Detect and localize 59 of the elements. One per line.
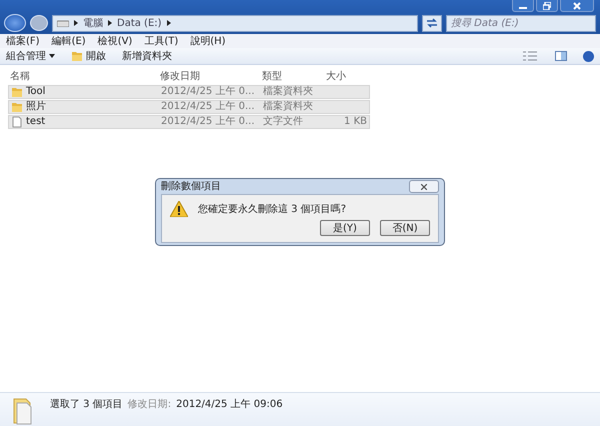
modified-value: 2012/4/25 上午 09:06 (176, 398, 283, 412)
menu-item[interactable]: 工具(T) (144, 34, 178, 48)
preview-pane-icon[interactable] (555, 51, 567, 61)
search-field[interactable]: 搜尋 Data (E:) (446, 14, 596, 32)
folder-icon (11, 101, 23, 113)
toolbar-button[interactable]: 組合管理 (6, 48, 55, 64)
chevron-icon (108, 20, 112, 26)
restore-button[interactable] (536, 0, 558, 12)
folder-icon (71, 50, 83, 62)
modified-date: 2012/4/25 上午 0... (161, 116, 256, 128)
refresh-icon[interactable] (425, 17, 439, 29)
close-icon (421, 184, 427, 190)
caret-icon (49, 54, 55, 58)
dialog-button[interactable]: 否(N) (380, 220, 430, 236)
file-type: 檔案資料夾 (263, 86, 314, 98)
file-name: test (26, 116, 46, 128)
file-type: 檔案資料夾 (263, 101, 314, 113)
file-size: 1 KB (343, 116, 367, 128)
menu-item[interactable]: 檔案(F) (6, 34, 40, 48)
minimize-button[interactable] (512, 0, 534, 12)
column-header[interactable]: 類型 (262, 69, 326, 84)
close-button[interactable] (409, 180, 439, 193)
folder-icon (11, 86, 23, 98)
back-button[interactable] (4, 14, 26, 32)
dialog-title: 刪除數個項目 (161, 180, 221, 194)
breadcrumb-item[interactable]: 電腦 (83, 16, 103, 30)
modified-label: 修改日期: (128, 398, 172, 412)
view-options-icon[interactable] (523, 51, 539, 61)
file-name: 照片 (26, 101, 46, 113)
address-bar[interactable]: 電腦 Data (E:) (52, 14, 418, 32)
chevron-icon (166, 20, 171, 26)
toolbar-button[interactable]: 開啟 (71, 48, 106, 64)
restore-icon (543, 2, 551, 10)
file-row[interactable]: 照片 2012/4/25 上午 0... 檔案資料夾 (8, 100, 370, 114)
selection-count: 選取了 3 個項目 (50, 398, 123, 412)
toolbar-button[interactable]: 新增資料夾 (122, 48, 172, 64)
menu-item[interactable]: 編輯(E) (52, 34, 86, 48)
dialog-button[interactable]: 是(Y) (320, 220, 370, 236)
column-header[interactable]: 大小 (326, 69, 376, 84)
chevron-icon (74, 20, 78, 26)
files-icon (12, 397, 34, 425)
column-header[interactable]: 名稱 (10, 69, 160, 84)
warning-icon (170, 201, 188, 217)
close-icon (573, 2, 581, 10)
file-name: Tool (26, 86, 46, 98)
drive-icon (57, 19, 69, 27)
menu-item[interactable]: 檢視(V) (98, 34, 132, 48)
file-row[interactable]: test 2012/4/25 上午 0... 文字文件 1 KB (8, 115, 370, 129)
modified-date: 2012/4/25 上午 0... (161, 86, 256, 98)
file-row[interactable]: Tool 2012/4/25 上午 0... 檔案資料夾 (8, 85, 370, 99)
document-icon (11, 116, 23, 128)
file-type: 文字文件 (263, 116, 304, 128)
column-header[interactable]: 修改日期 (160, 69, 262, 84)
modified-date: 2012/4/25 上午 0... (161, 101, 256, 113)
menu-item[interactable]: 說明(H) (190, 34, 226, 48)
forward-button[interactable] (30, 15, 48, 31)
close-button[interactable] (560, 0, 594, 12)
dialog-message: 您確定要永久刪除這 3 個項目嗎? (198, 202, 346, 216)
breadcrumb-item[interactable]: Data (E:) (117, 16, 162, 30)
